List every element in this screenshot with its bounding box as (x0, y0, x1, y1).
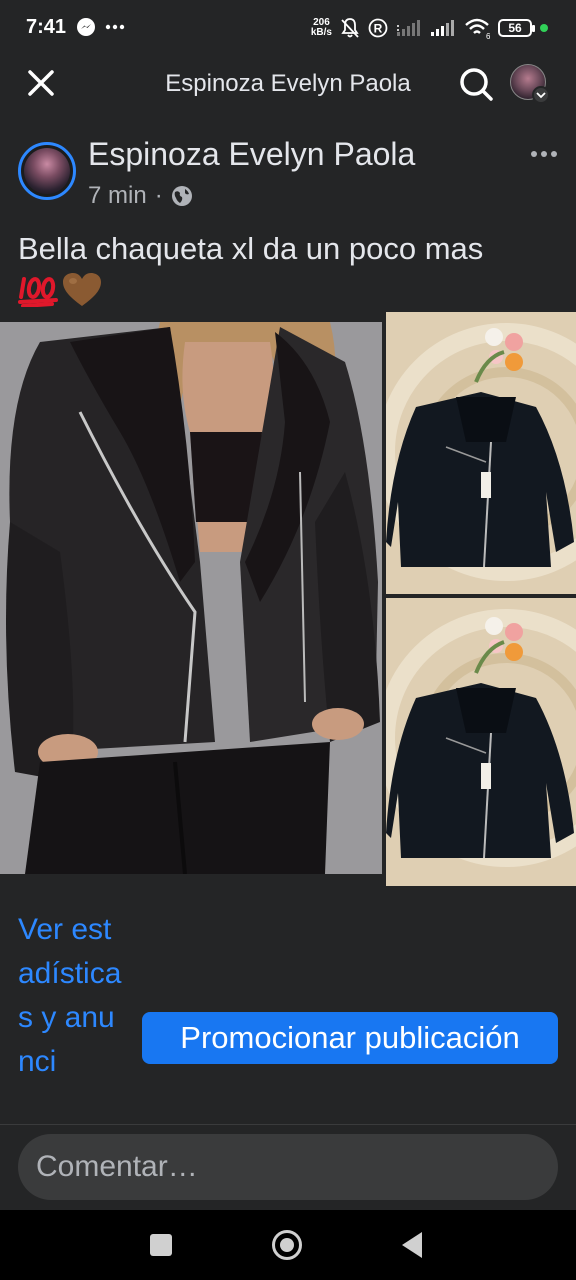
signal-icon (431, 20, 454, 36)
status-notification-icons (76, 17, 126, 37)
page-title: Espinoza Evelyn Paola (165, 70, 411, 97)
post-options-button[interactable] (528, 142, 560, 166)
view-insights-link[interactable]: Ver estadísticas y anunci (18, 908, 128, 1084)
photo-model-wearing-jacket[interactable] (0, 322, 382, 874)
hundred-points-emoji (18, 277, 58, 307)
messenger-icon (77, 18, 95, 36)
more-dot (551, 151, 557, 157)
battery-icon: 56 (498, 19, 535, 37)
post-emojis (18, 272, 558, 308)
post-header: Espinoza Evelyn Paola 7 min · (0, 136, 576, 216)
meta-separator: · (154, 182, 163, 209)
author-name[interactable]: Espinoza Evelyn Paola (88, 136, 415, 173)
jacket-flat-illustration (386, 312, 576, 594)
promote-post-button[interactable]: Promocionar publicación (142, 1012, 558, 1064)
comment-placeholder: Comentar… (36, 1150, 198, 1183)
network-speed: 206 kB/s (311, 18, 332, 38)
mute-icon (341, 18, 359, 38)
comment-input[interactable]: Comentar… (18, 1134, 558, 1200)
status-system-icons: 206 kB/s R 6 56 (311, 14, 548, 42)
author-avatar[interactable] (18, 142, 76, 200)
registered-icon: R (368, 18, 388, 38)
post-meta: 7 min · (88, 182, 193, 210)
more-dot (541, 151, 547, 157)
search-icon (460, 68, 493, 101)
svg-text:6: 6 (486, 32, 490, 39)
top-bar: Espinoza Evelyn Paola (0, 56, 576, 112)
brown-heart-emoji (63, 273, 101, 306)
svg-text:R: R (374, 22, 383, 36)
globe-icon[interactable] (171, 185, 193, 207)
divider (0, 1124, 576, 1125)
back-icon[interactable] (402, 1232, 422, 1258)
system-nav-bar (0, 1210, 576, 1280)
close-icon (28, 70, 54, 96)
post-time[interactable]: 7 min (88, 182, 147, 210)
wifi-icon: 6 (465, 18, 490, 39)
photo-jacket-flat-1[interactable] (386, 312, 576, 594)
close-button[interactable] (24, 66, 58, 100)
author-avatar-image (24, 148, 70, 194)
privacy-indicator-dot (540, 24, 548, 32)
search-button[interactable] (456, 64, 496, 104)
home-icon[interactable] (272, 1230, 302, 1260)
post-body: Bella chaqueta xl da un poco mas (18, 228, 558, 308)
more-notifications-icon (105, 24, 125, 30)
status-time: 7:41 (26, 16, 67, 38)
battery-level: 56 (508, 21, 522, 35)
photo-jacket-flat-2[interactable] (386, 598, 576, 886)
profile-switcher-button[interactable] (510, 64, 550, 104)
post-text: Bella chaqueta xl da un poco mas (18, 231, 484, 266)
status-bar: 7:41 206 kB/s R 6 56 (0, 0, 576, 56)
more-dot (531, 151, 537, 157)
network-speed-unit: kB/s (310, 27, 332, 38)
signal-icon (397, 20, 420, 36)
chevron-down-icon (536, 92, 546, 99)
profile-badge (532, 86, 550, 104)
jacket-flat-illustration (386, 598, 576, 886)
photo-model-illustration (0, 322, 382, 874)
recent-apps-icon[interactable] (150, 1234, 172, 1256)
